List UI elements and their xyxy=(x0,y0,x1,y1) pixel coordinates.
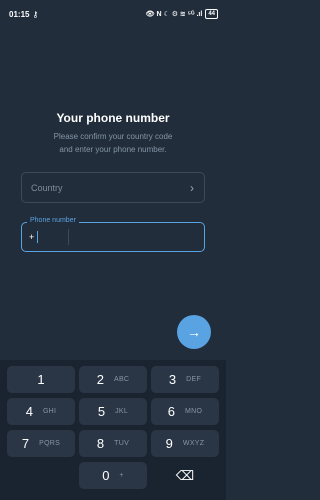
key-number: 7 xyxy=(21,436,30,451)
key-letters: GHI xyxy=(42,408,57,415)
backspace-icon: ⌫ xyxy=(175,467,195,483)
phone-number-label: Phone number xyxy=(27,217,79,224)
status-icons-text: 👁 N ☾ ⚙ ≋ ⁵ᴳ .ıl xyxy=(145,11,203,18)
key-6[interactable]: 6 MNO xyxy=(151,398,219,425)
key-letters: JKL xyxy=(115,408,129,415)
country-code-input[interactable]: + xyxy=(29,232,34,242)
next-button[interactable]: → xyxy=(177,315,211,349)
key-2[interactable]: 2 ABC xyxy=(79,366,147,393)
key-letters: + xyxy=(119,472,124,479)
key-number: 6 xyxy=(167,404,175,419)
country-placeholder: Country xyxy=(31,182,63,193)
chevron-right-icon: › xyxy=(190,180,194,195)
key-0[interactable]: 0 + xyxy=(79,462,147,489)
status-left: 01:15 ⚷ xyxy=(9,10,38,19)
key-number: 2 xyxy=(96,372,104,387)
status-bar: 01:15 ⚷ 👁 N ☾ ⚙ ≋ ⁵ᴳ .ıl 44 xyxy=(0,0,226,28)
status-time: 01:15 xyxy=(9,9,30,19)
key-4[interactable]: 4 GHI xyxy=(7,398,75,425)
key-letters: ABC xyxy=(113,376,130,383)
arrow-right-icon: → xyxy=(187,324,201,340)
backspace-key[interactable]: ⌫ xyxy=(151,462,219,489)
key-number: 0 xyxy=(102,468,110,483)
key-number: 5 xyxy=(97,404,106,419)
key-letters: PQRS xyxy=(39,440,61,447)
key-letters: DEF xyxy=(186,376,202,383)
key-letters: WXYZ xyxy=(182,440,205,447)
country-selector[interactable]: Country › xyxy=(21,172,205,203)
text-cursor xyxy=(37,231,38,243)
key-number: 8 xyxy=(96,436,105,451)
key-icon: ⚷ xyxy=(32,9,39,19)
code-divider xyxy=(68,229,69,245)
key-3[interactable]: 3 DEF xyxy=(151,366,219,393)
status-icons: 👁 N ☾ ⚙ ≋ ⁵ᴳ .ıl 44 xyxy=(146,9,218,19)
key-number: 9 xyxy=(165,436,173,451)
key-1[interactable]: 1 xyxy=(7,366,75,393)
numeric-keypad: 1 2 ABC 3 DEF 4 GHI 5 JKL 6 MNO 7 PQRS 8… xyxy=(0,360,226,500)
key-number: 1 xyxy=(37,372,45,387)
key-letters: TUV xyxy=(114,440,130,447)
key-number: 4 xyxy=(25,404,33,419)
key-number: 3 xyxy=(168,372,177,387)
subtitle-line-1: Please confirm your country code xyxy=(53,132,173,141)
key-8[interactable]: 8 TUV xyxy=(79,430,147,457)
key-7[interactable]: 7 PQRS xyxy=(7,430,75,457)
page-subtitle: Please confirm your country code and ent… xyxy=(0,130,226,156)
subtitle-line-2: and enter your phone number. xyxy=(59,145,167,154)
key-5[interactable]: 5 JKL xyxy=(79,398,147,425)
page-title: Your phone number xyxy=(56,111,170,125)
key-letters: MNO xyxy=(185,408,203,415)
key-9[interactable]: 9 WXYZ xyxy=(151,430,219,457)
key-empty xyxy=(7,462,75,489)
battery-icon: 44 xyxy=(205,9,218,19)
phone-number-field[interactable]: Phone number + xyxy=(21,217,205,252)
